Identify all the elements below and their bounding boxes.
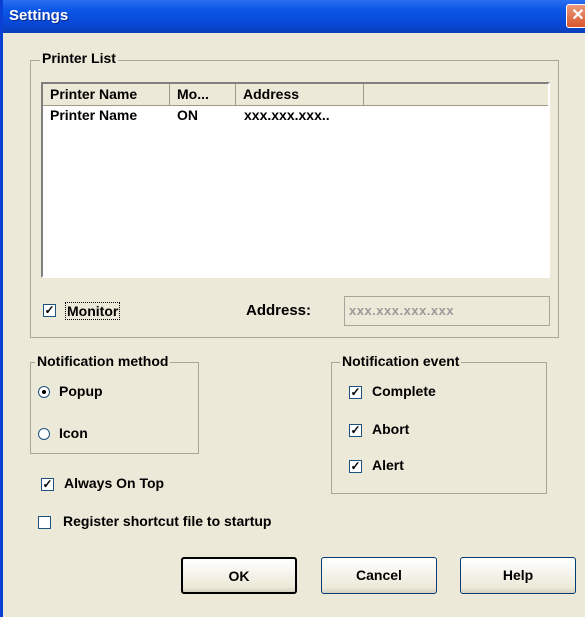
ok-button[interactable]: OK xyxy=(181,557,297,594)
register-startup-checkbox[interactable] xyxy=(38,516,51,529)
settings-dialog: Settings ✕ Printer List Printer Name Mo.… xyxy=(0,0,585,617)
address-field[interactable]: xxx.xxx.xxx.xxx xyxy=(344,296,550,326)
icon-radio[interactable] xyxy=(38,428,50,440)
monitor-label[interactable]: Monitor xyxy=(65,302,121,320)
column-header-empty xyxy=(364,84,548,106)
popup-radio[interactable] xyxy=(38,386,50,398)
printer-list-label: Printer List xyxy=(40,50,118,66)
icon-label[interactable]: Icon xyxy=(59,425,88,441)
row-address: xxx.xxx.xxx.. xyxy=(244,107,330,123)
always-on-top-label[interactable]: Always On Top xyxy=(64,475,164,491)
alert-label[interactable]: Alert xyxy=(372,457,404,473)
help-button[interactable]: Help xyxy=(460,557,576,594)
close-button[interactable]: ✕ xyxy=(566,4,585,28)
notification-method-group xyxy=(30,362,199,454)
complete-checkbox[interactable]: ✓ xyxy=(349,386,362,399)
title-bar[interactable]: Settings xyxy=(3,0,585,33)
row-monitor: ON xyxy=(177,107,198,123)
close-icon: ✕ xyxy=(571,7,585,24)
cancel-button[interactable]: Cancel xyxy=(321,557,437,594)
popup-label[interactable]: Popup xyxy=(59,383,103,399)
always-on-top-checkbox[interactable]: ✓ xyxy=(41,478,54,491)
abort-label[interactable]: Abort xyxy=(372,421,409,437)
complete-label[interactable]: Complete xyxy=(372,383,436,399)
window-title: Settings xyxy=(9,7,69,24)
abort-checkbox[interactable]: ✓ xyxy=(349,424,362,437)
alert-checkbox[interactable]: ✓ xyxy=(349,460,362,473)
notification-event-group xyxy=(331,362,547,494)
row-printer-name: Printer Name xyxy=(50,107,138,123)
column-header-address[interactable]: Address xyxy=(236,84,364,106)
column-header-printer-name[interactable]: Printer Name xyxy=(43,84,170,106)
printer-listview[interactable]: Printer Name Mo... Address Printer Name … xyxy=(41,82,550,278)
notification-method-label: Notification method xyxy=(35,353,171,369)
register-startup-label[interactable]: Register shortcut file to startup xyxy=(63,513,271,529)
address-label: Address: xyxy=(246,302,312,319)
column-header-monitor[interactable]: Mo... xyxy=(170,84,236,106)
monitor-checkbox[interactable]: ✓ xyxy=(43,304,56,317)
listview-header: Printer Name Mo... Address xyxy=(43,84,548,106)
notification-event-label: Notification event xyxy=(340,353,462,369)
